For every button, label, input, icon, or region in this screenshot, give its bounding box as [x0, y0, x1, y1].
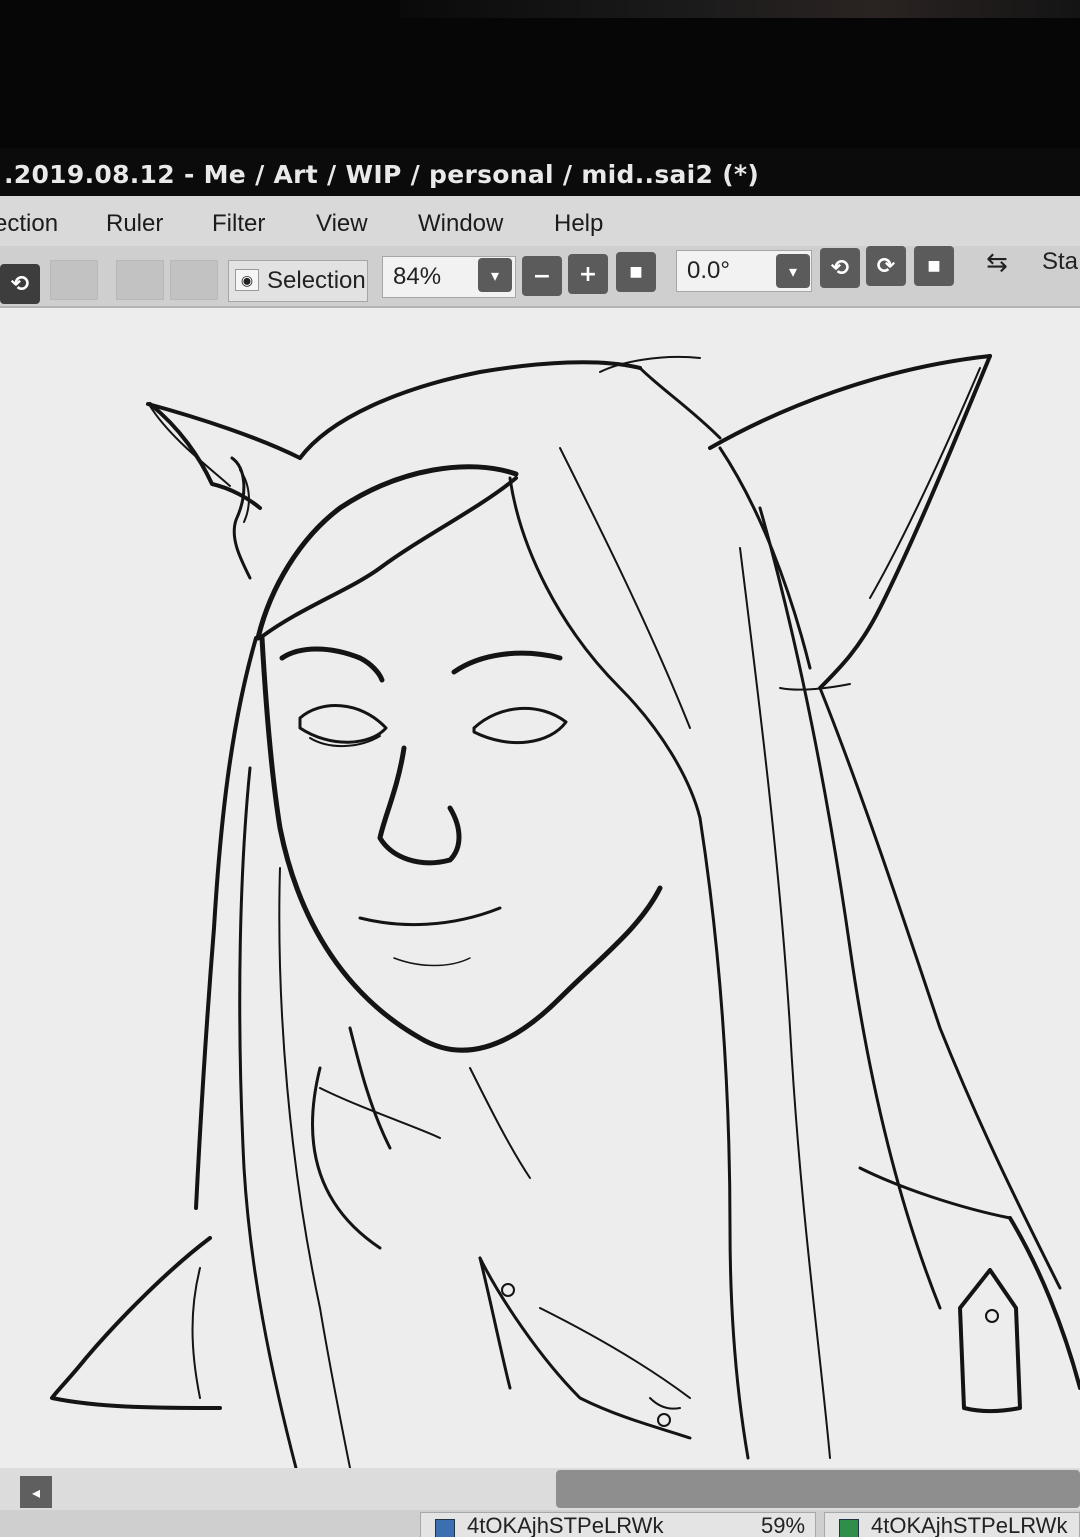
selection-label: Selection	[267, 267, 366, 294]
document-tab-1-zoom: 59%	[761, 1513, 806, 1537]
menu-bar: ection Ruler Filter View Window Help	[0, 196, 1080, 248]
document-tab-2-label: 4tOKAjhSTPeLRWk	[871, 1513, 1068, 1537]
toolbar-button-blank-1[interactable]	[116, 260, 164, 300]
minus-icon: −	[532, 263, 552, 289]
undo-icon: ⟲	[10, 271, 30, 297]
stabilizer-label: Sta	[1042, 248, 1079, 275]
rotate-right-button[interactable]: ⟳	[866, 246, 906, 286]
rotate-left-icon: ⟲	[830, 255, 850, 281]
window-title-bar: .2019.08.12 - Me / Art / WIP / personal …	[0, 148, 1080, 200]
chevron-left-icon: ◂	[31, 1482, 41, 1502]
document-icon	[839, 1519, 859, 1537]
menu-view[interactable]: View	[316, 210, 368, 238]
window-title: .2019.08.12 - Me / Art / WIP / personal …	[4, 160, 760, 189]
menu-ruler[interactable]: Ruler	[106, 210, 163, 238]
plus-icon: +	[578, 261, 598, 287]
menu-window[interactable]: Window	[418, 210, 503, 238]
document-tab-bar: 4tOKAjhSTPeLRWk 59% 4tOKAjhSTPeLRWk	[0, 1510, 1080, 1537]
rotation-dropdown-button[interactable]: ▾	[776, 254, 810, 288]
toolbar: ⟲ ◉ Selection 84% ▾ − + ■ 0.0° ▾ ⟲ ⟳ ■ ⇆…	[0, 246, 1080, 308]
eye-icon: ◉	[235, 269, 259, 291]
scroll-left-button[interactable]: ◂	[20, 1476, 52, 1508]
zoom-out-button[interactable]: −	[522, 256, 562, 296]
zoom-reset-button[interactable]: ■	[616, 252, 656, 292]
menu-selection[interactable]: ection	[0, 210, 58, 238]
scrollbar-thumb[interactable]	[556, 1470, 1080, 1508]
undo-button[interactable]: ⟲	[0, 264, 40, 304]
rotation-reset-button[interactable]: ■	[914, 246, 954, 286]
bezel-reflection	[400, 0, 1080, 18]
sketch-artwork	[50, 354, 1080, 1468]
rotation-value: 0.0°	[687, 257, 730, 284]
menu-help[interactable]: Help	[554, 210, 603, 238]
zoom-value: 84%	[393, 263, 442, 290]
zoom-in-button[interactable]: +	[568, 254, 608, 294]
zoom-dropdown-button[interactable]: ▾	[478, 258, 512, 292]
toolbar-button-blank-2[interactable]	[170, 260, 218, 300]
selection-toggle[interactable]: ◉ Selection	[228, 260, 368, 302]
monitor-bezel	[0, 0, 1080, 148]
rotate-right-icon: ⟳	[876, 253, 896, 279]
redo-button[interactable]	[50, 260, 98, 300]
chevron-down-icon: ▾	[788, 261, 798, 281]
square-icon: ■	[927, 258, 941, 274]
menu-filter[interactable]: Filter	[212, 210, 265, 238]
document-tab-1[interactable]: 4tOKAjhSTPeLRWk 59%	[420, 1512, 816, 1537]
square-icon: ■	[629, 264, 643, 280]
rotate-left-button[interactable]: ⟲	[820, 248, 860, 288]
document-tab-2[interactable]: 4tOKAjhSTPeLRWk	[824, 1512, 1080, 1537]
horizontal-scrollbar[interactable]: ◂	[0, 1468, 1080, 1514]
drawing-canvas[interactable]	[0, 308, 1080, 1468]
swap-arrows-icon[interactable]: ⇆	[986, 248, 1008, 278]
document-icon	[435, 1519, 455, 1537]
chevron-down-icon: ▾	[490, 265, 500, 285]
document-tab-1-label: 4tOKAjhSTPeLRWk	[467, 1513, 664, 1537]
